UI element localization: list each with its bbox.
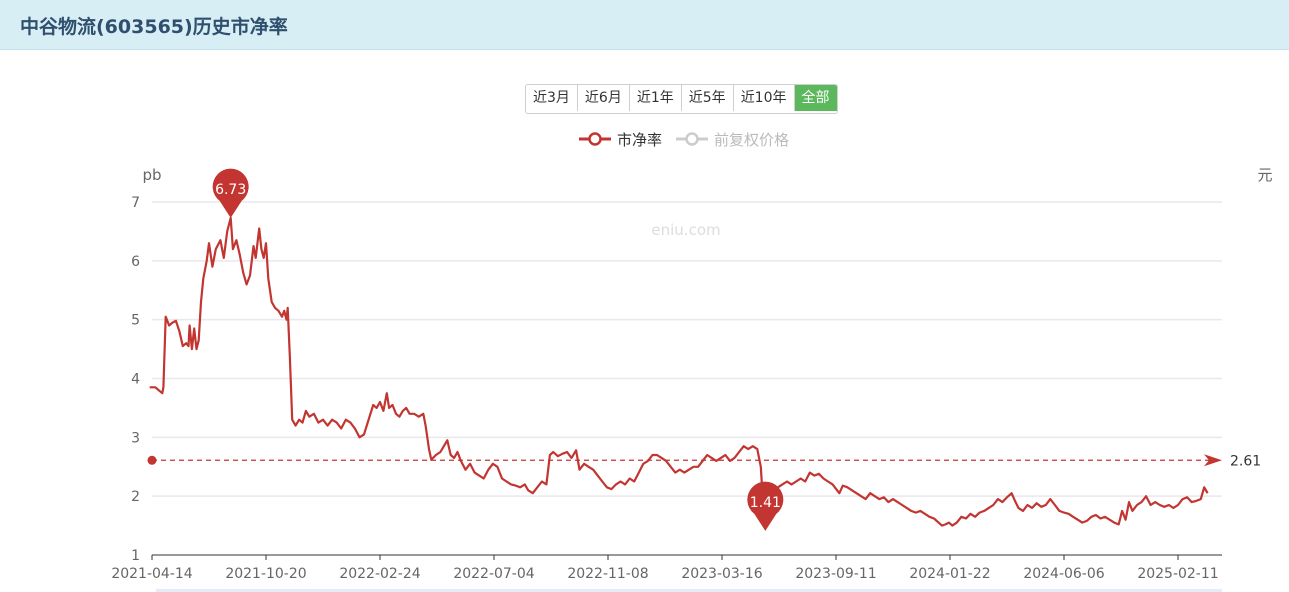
y-tick-label: 7 — [131, 195, 140, 211]
series-line-pb — [149, 216, 1209, 530]
x-tick-label: 2023-09-11 — [795, 566, 876, 582]
average-value-label: 2.61 — [1230, 453, 1261, 469]
right-axis-unit: 元 — [1257, 166, 1272, 184]
y-tick-label: 2 — [131, 489, 140, 505]
min-value-marker-label: 1.41 — [750, 495, 781, 511]
y-tick-label: 6 — [131, 254, 140, 270]
x-tick-label: 2022-11-08 — [567, 566, 648, 582]
watermark: eniu.com — [651, 221, 720, 239]
y-tick-label: 1 — [131, 548, 140, 564]
pb-history-chart: eniu.com 1 2 3 4 5 6 7 2021-04-14 2021-10-20 2022… — [111, 166, 1273, 592]
y-tick-label: 3 — [131, 430, 140, 446]
x-tick-label: 2024-06-06 — [1023, 566, 1104, 582]
x-tick-label: 2025-02-11 — [1137, 566, 1218, 582]
x-tick-label: 2021-04-14 — [111, 566, 192, 582]
x-tick-label: 2023-03-16 — [681, 566, 762, 582]
x-tick-label: 2022-02-24 — [339, 566, 420, 582]
x-tick-label: 2021-10-20 — [225, 566, 306, 582]
x-tick-label: 2024-01-22 — [909, 566, 990, 582]
y-tick-label: 5 — [131, 313, 140, 329]
x-tick-label: 2022-07-04 — [453, 566, 534, 582]
left-axis-unit: pb — [142, 166, 161, 184]
max-value-marker-label: 6.73 — [215, 182, 246, 198]
y-tick-label: 4 — [131, 372, 140, 388]
